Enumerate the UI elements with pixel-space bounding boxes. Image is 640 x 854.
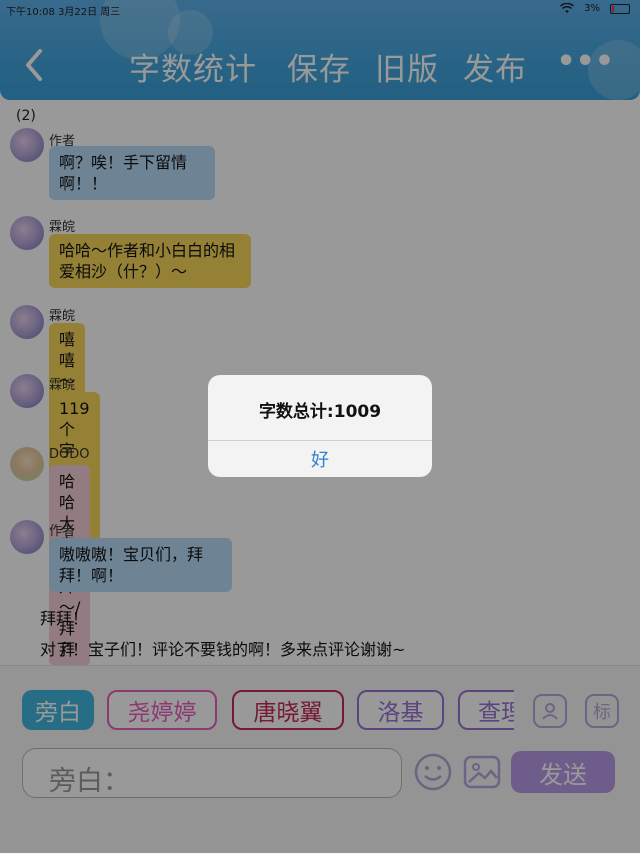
alert-title: 字数总计:1009 [258, 402, 382, 422]
alert-ok-button[interactable]: 好 [208, 441, 432, 477]
word-count-alert: 字数总计:1009 好 [208, 375, 432, 477]
